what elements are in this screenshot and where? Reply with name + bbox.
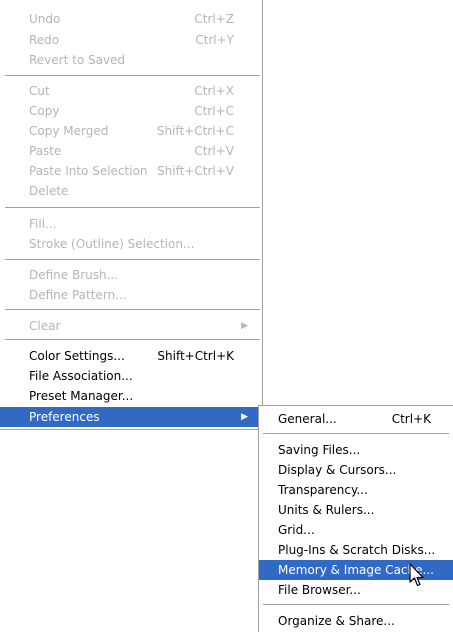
menu-item-define-brush[interactable]: Define Brush... <box>0 265 262 285</box>
general-shortcut: Ctrl+K <box>391 412 431 426</box>
submenu-item-plugins-scratch-disks[interactable]: Plug-Ins & Scratch Disks... <box>259 540 453 560</box>
menu-item-preset-manager[interactable]: Preset Manager... <box>0 386 262 406</box>
copy-merged-shortcut: Shift+Ctrl+C <box>156 124 234 138</box>
copy-merged-label: Copy Merged <box>29 124 109 138</box>
undo-label: Undo <box>29 12 61 26</box>
organize-share-label: Organize & Share... <box>278 614 395 628</box>
submenu-arrow-icon: ▶ <box>241 321 248 331</box>
preset-manager-label: Preset Manager... <box>29 389 134 403</box>
menu-separator <box>263 604 449 605</box>
menu-separator <box>5 259 260 260</box>
menu-item-cut[interactable]: Cut Ctrl+X <box>0 81 262 101</box>
submenu-item-grid[interactable]: Grid... <box>259 520 453 540</box>
submenu-item-saving-files[interactable]: Saving Files... <box>259 440 453 460</box>
mouse-pointer-icon <box>409 563 424 587</box>
menu-item-define-pattern[interactable]: Define Pattern... <box>0 285 262 305</box>
submenu-item-transparency[interactable]: Transparency... <box>259 480 453 500</box>
clear-label: Clear <box>29 319 61 333</box>
units-rulers-label: Units & Rulers... <box>278 503 375 517</box>
menu-item-clear[interactable]: Clear ▶ <box>0 316 262 336</box>
submenu-item-display-cursors[interactable]: Display & Cursors... <box>259 460 453 480</box>
submenu-item-general[interactable]: General... Ctrl+K <box>259 409 453 429</box>
redo-label: Redo <box>29 33 60 47</box>
menu-item-paste-into-selection[interactable]: Paste Into Selection Shift+Ctrl+V <box>0 161 262 181</box>
menu-item-undo[interactable]: Undo Ctrl+Z <box>0 9 262 29</box>
submenu-arrow-icon: ▶ <box>241 412 248 422</box>
menu-item-copy[interactable]: Copy Ctrl+C <box>0 101 262 121</box>
copy-shortcut: Ctrl+C <box>194 104 234 118</box>
menu-item-revert-to-saved[interactable]: Revert to Saved <box>0 50 262 70</box>
file-association-label: File Association... <box>29 369 133 383</box>
menu-item-redo[interactable]: Redo Ctrl+Y <box>0 30 262 50</box>
plugins-scratch-label: Plug-Ins & Scratch Disks... <box>278 543 436 557</box>
menu-item-paste[interactable]: Paste Ctrl+V <box>0 141 262 161</box>
cut-label: Cut <box>29 84 50 98</box>
menu-item-file-association[interactable]: File Association... <box>0 366 262 386</box>
preferences-label: Preferences <box>29 410 100 424</box>
cut-shortcut: Ctrl+X <box>194 84 234 98</box>
paste-into-shortcut: Shift+Ctrl+V <box>157 164 234 178</box>
menu-separator <box>5 75 260 76</box>
general-label: General... <box>278 412 337 426</box>
menu-item-stroke-selection[interactable]: Stroke (Outline) Selection... <box>0 234 262 254</box>
redo-shortcut: Ctrl+Y <box>195 33 234 47</box>
color-settings-label: Color Settings... <box>29 349 125 363</box>
paste-shortcut: Ctrl+V <box>194 144 234 158</box>
file-browser-label: File Browser... <box>278 583 361 597</box>
edit-menu: Undo Ctrl+Z Redo Ctrl+Y Revert to Saved … <box>0 0 263 430</box>
menu-separator <box>5 207 260 208</box>
submenu-item-units-rulers[interactable]: Units & Rulers... <box>259 500 453 520</box>
menu-item-color-settings[interactable]: Color Settings... Shift+Ctrl+K <box>0 346 262 366</box>
menu-item-preferences[interactable]: Preferences ▶ <box>0 407 262 427</box>
preferences-submenu: General... Ctrl+K Saving Files... Displa… <box>258 405 453 632</box>
define-brush-label: Define Brush... <box>29 268 119 282</box>
grid-label: Grid... <box>278 523 315 537</box>
undo-shortcut: Ctrl+Z <box>194 12 234 26</box>
display-cursors-label: Display & Cursors... <box>278 463 397 477</box>
menu-separator <box>5 309 260 310</box>
color-settings-shortcut: Shift+Ctrl+K <box>157 349 234 363</box>
fill-label: Fill... <box>29 217 57 231</box>
transparency-label: Transparency... <box>278 483 368 497</box>
delete-label: Delete <box>29 184 69 198</box>
menu-separator <box>5 339 260 340</box>
menu-item-delete[interactable]: Delete <box>0 181 262 201</box>
paste-label: Paste <box>29 144 62 158</box>
menu-item-fill[interactable]: Fill... <box>0 214 262 234</box>
menu-separator <box>263 433 449 434</box>
copy-label: Copy <box>29 104 60 118</box>
paste-into-label: Paste Into Selection <box>29 164 148 178</box>
submenu-item-organize-share[interactable]: Organize & Share... <box>259 611 453 631</box>
define-pattern-label: Define Pattern... <box>29 288 127 302</box>
revert-label: Revert to Saved <box>29 53 126 67</box>
saving-files-label: Saving Files... <box>278 443 361 457</box>
menu-item-copy-merged[interactable]: Copy Merged Shift+Ctrl+C <box>0 121 262 141</box>
stroke-label: Stroke (Outline) Selection... <box>29 237 195 251</box>
